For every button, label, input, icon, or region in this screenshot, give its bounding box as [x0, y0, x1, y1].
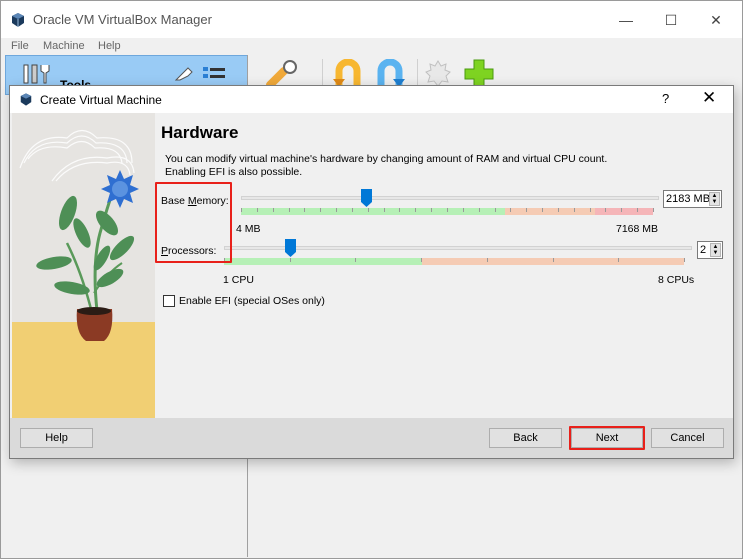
help-button-label: Help [45, 432, 68, 444]
memory-slider-groove [241, 196, 659, 200]
scale-tick [288, 208, 290, 212]
scale-tick [589, 208, 591, 212]
tools-icon [23, 64, 50, 84]
context-help-button[interactable]: ? [662, 91, 669, 106]
back-button-label: Back [513, 432, 538, 444]
dialog-close-button[interactable]: ✕ [702, 88, 716, 108]
scale-tick [542, 208, 544, 212]
scale-tick [526, 208, 528, 212]
new-vm-icon[interactable] [463, 58, 495, 86]
scale-tick [336, 208, 338, 212]
maximize-button[interactable]: ☐ [649, 7, 693, 33]
scale-tick [431, 208, 433, 212]
import-icon[interactable] [331, 59, 365, 87]
scale-tick [241, 208, 242, 212]
button-bar: Help Back Next Cancel [10, 418, 733, 458]
cancel-button-label: Cancel [670, 432, 705, 444]
memory-value: 2183 MB [666, 193, 711, 205]
dialog-titlebar: Create Virtual Machine ? ✕ [10, 86, 733, 113]
scale-tick [510, 208, 512, 212]
scale-tick [557, 208, 559, 212]
scale-tick [399, 208, 401, 212]
enable-efi-checkbox[interactable] [163, 295, 175, 307]
scale-zone-orange [504, 208, 596, 215]
menu-file[interactable]: File [11, 40, 29, 52]
scale-tick [637, 208, 639, 212]
help-button[interactable]: Help [20, 428, 93, 448]
scale-tick [272, 208, 274, 212]
memory-slider-scale [241, 208, 654, 215]
scale-tick [289, 258, 291, 262]
dialog-title: Create Virtual Machine [40, 93, 162, 107]
scale-tick [304, 208, 306, 212]
processors-slider[interactable] [224, 236, 692, 270]
export-icon[interactable] [373, 59, 407, 87]
scale-tick [383, 208, 385, 212]
main-titlebar: Oracle VM VirtualBox Manager — ☐ ✕ [1, 1, 742, 38]
enable-efi-label[interactable]: Enable EFI (special OSes only) [179, 295, 325, 307]
preferences-icon[interactable] [266, 59, 300, 87]
list-view-icon[interactable] [202, 66, 226, 86]
scale-zone-red [595, 208, 653, 215]
processors-value: 2 [700, 244, 707, 256]
scale-tick [415, 208, 417, 212]
back-button[interactable]: Back [489, 428, 562, 448]
scale-tick [421, 258, 423, 262]
scale-tick [486, 258, 488, 262]
scale-tick [552, 258, 554, 262]
menu-help[interactable]: Help [98, 40, 121, 52]
annotation-next-highlight [569, 426, 645, 450]
scale-tick [573, 208, 575, 212]
minimize-button[interactable]: — [604, 7, 648, 33]
memory-spinbox[interactable]: 2183 MB ▲ ▼ [663, 190, 722, 208]
base-memory-slider[interactable] [241, 186, 659, 220]
spin-arrows-icon[interactable]: ▲ ▼ [709, 192, 720, 206]
cpu-slider-handle[interactable] [284, 239, 296, 257]
scale-tick [355, 258, 357, 262]
scale-tick [462, 208, 464, 212]
scale-tick [605, 208, 607, 212]
cpu-slider-scale [224, 258, 685, 265]
cancel-button[interactable]: Cancel [651, 428, 724, 448]
scale-tick [351, 208, 353, 212]
create-vm-dialog: Create Virtual Machine ? ✕ Hardware You … [9, 85, 734, 459]
scale-tick [256, 208, 258, 212]
scale-tick [618, 258, 620, 262]
processors-spinbox[interactable]: 2 ▲ ▼ [697, 241, 723, 259]
wizard-illustration [12, 113, 155, 418]
virtualbox-logo-icon [20, 93, 32, 106]
virtualbox-logo-icon [12, 13, 24, 27]
close-window-button[interactable]: ✕ [694, 7, 738, 33]
scale-tick [653, 208, 654, 212]
toolbar-separator [322, 59, 323, 87]
cpu-max-label: 8 CPUs [658, 274, 695, 286]
menu-machine[interactable]: Machine [43, 40, 85, 52]
scale-tick [367, 208, 369, 212]
page-description: You can modify virtual machine's hardwar… [165, 153, 608, 178]
toolbar-separator [417, 59, 418, 87]
spin-arrows-icon[interactable]: ▲ ▼ [710, 243, 721, 257]
scale-tick [320, 208, 322, 212]
memory-max-label: 7168 MB [616, 223, 659, 235]
page-title: Hardware [161, 123, 239, 142]
scale-zone-green [224, 258, 422, 265]
memory-min-label: 4 MB [236, 223, 261, 235]
cpu-min-label: 1 CPU [223, 274, 254, 286]
window-title: Oracle VM VirtualBox Manager [33, 12, 212, 27]
menu-bar: File Machine Help [1, 38, 742, 56]
scale-tick [621, 208, 623, 212]
scale-tick [684, 258, 685, 262]
scale-zone-green [241, 208, 505, 215]
plant-illustration [36, 170, 139, 341]
memory-slider-handle[interactable] [361, 189, 373, 207]
annotation-highlight-box [155, 182, 232, 263]
extensions-icon[interactable] [424, 59, 452, 87]
scale-tick [447, 208, 448, 212]
scale-tick [478, 208, 480, 212]
pin-icon[interactable] [174, 66, 194, 82]
scale-tick [494, 208, 496, 212]
